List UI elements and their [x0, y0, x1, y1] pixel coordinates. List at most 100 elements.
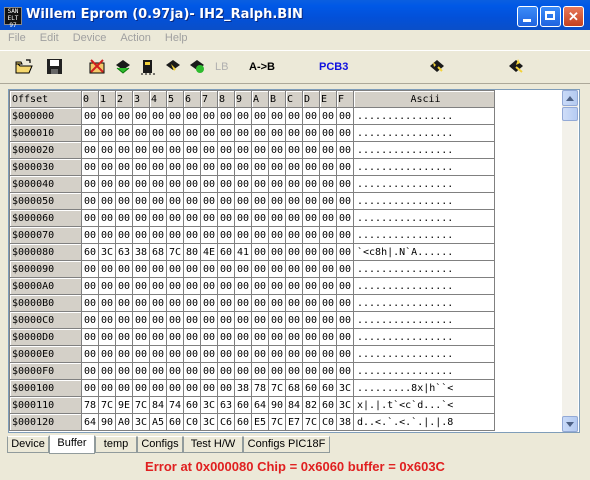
ascii-cell[interactable]: ................ — [353, 328, 495, 346]
table-row[interactable]: $000110 78 7C 9E 7C 84 74 60 3C 63 60 64 90 84 82 60 3C x… — [9, 396, 495, 414]
byte-cell[interactable]: 00 — [319, 107, 337, 125]
byte-cell[interactable]: 00 — [149, 328, 167, 346]
table-row[interactable]: $000010 00 00 00 00 00 00 00 00 00 00 00 00 00 00 00 00.… — [9, 124, 495, 142]
byte-cell[interactable]: 60 — [183, 396, 201, 414]
byte-cell[interactable]: 00 — [336, 209, 354, 227]
byte-cell[interactable]: 00 — [251, 260, 269, 278]
byte-cell[interactable]: 4E — [200, 243, 218, 261]
tab-temp[interactable]: temp — [95, 436, 137, 453]
save-disk-icon[interactable] — [45, 57, 65, 77]
byte-cell[interactable]: 7C — [268, 379, 286, 397]
byte-cell[interactable]: 00 — [149, 362, 167, 380]
byte-cell[interactable]: 00 — [115, 311, 133, 329]
table-row[interactable]: $000070 00 00 00 00 00 00 00 00 00 00 00 00 00 00 00 00.… — [9, 226, 495, 244]
byte-cell[interactable]: 00 — [268, 192, 286, 210]
byte-cell[interactable]: 00 — [251, 141, 269, 159]
ascii-cell[interactable]: ................ — [353, 294, 495, 312]
byte-cell[interactable]: 00 — [200, 260, 218, 278]
tab-device[interactable]: Device — [7, 436, 49, 453]
byte-cell[interactable]: 00 — [217, 345, 235, 363]
ascii-cell[interactable]: ................ — [353, 124, 495, 142]
byte-cell[interactable]: 00 — [132, 328, 150, 346]
byte-cell[interactable]: 00 — [81, 141, 99, 159]
menu-help[interactable]: Help — [157, 30, 194, 44]
byte-cell[interactable]: 00 — [115, 226, 133, 244]
byte-cell[interactable]: 00 — [302, 362, 320, 380]
byte-cell[interactable]: 3C — [98, 243, 116, 261]
byte-cell[interactable]: 00 — [285, 124, 303, 142]
byte-cell[interactable]: 00 — [166, 192, 184, 210]
byte-cell[interactable]: 00 — [336, 277, 354, 295]
byte-cell[interactable]: 00 — [268, 362, 286, 380]
byte-cell[interactable]: 00 — [98, 260, 116, 278]
byte-cell[interactable]: 00 — [132, 294, 150, 312]
byte-cell[interactable]: 00 — [98, 209, 116, 227]
byte-cell[interactable]: 00 — [217, 158, 235, 176]
byte-cell[interactable]: 00 — [268, 345, 286, 363]
byte-cell[interactable]: 3C — [336, 396, 354, 414]
byte-cell[interactable]: 38 — [132, 243, 150, 261]
byte-cell[interactable]: 00 — [285, 226, 303, 244]
byte-cell[interactable]: 00 — [166, 277, 184, 295]
byte-cell[interactable]: 00 — [285, 243, 303, 261]
byte-cell[interactable]: 00 — [115, 124, 133, 142]
byte-cell[interactable]: 00 — [115, 209, 133, 227]
byte-cell[interactable]: 00 — [319, 362, 337, 380]
byte-cell[interactable]: 00 — [115, 260, 133, 278]
byte-cell[interactable]: 00 — [302, 226, 320, 244]
byte-cell[interactable]: 00 — [319, 328, 337, 346]
byte-cell[interactable]: A0 — [115, 413, 133, 431]
tab-test-hw[interactable]: Test H/W — [183, 436, 243, 453]
byte-cell[interactable]: 00 — [336, 158, 354, 176]
byte-cell[interactable]: 00 — [285, 277, 303, 295]
byte-cell[interactable]: 00 — [98, 311, 116, 329]
byte-cell[interactable]: 00 — [200, 226, 218, 244]
byte-cell[interactable]: 60 — [217, 243, 235, 261]
byte-cell[interactable]: 00 — [268, 311, 286, 329]
byte-cell[interactable]: 00 — [149, 277, 167, 295]
byte-cell[interactable]: 00 — [268, 124, 286, 142]
byte-cell[interactable]: 00 — [200, 362, 218, 380]
byte-cell[interactable]: 00 — [166, 362, 184, 380]
byte-cell[interactable]: 00 — [319, 175, 337, 193]
byte-cell[interactable]: 00 — [285, 362, 303, 380]
byte-cell[interactable]: 00 — [336, 294, 354, 312]
byte-cell[interactable]: 41 — [234, 243, 252, 261]
byte-cell[interactable]: 64 — [251, 396, 269, 414]
byte-cell[interactable]: 00 — [200, 141, 218, 159]
byte-cell[interactable]: 90 — [98, 413, 116, 431]
byte-cell[interactable]: 00 — [166, 328, 184, 346]
byte-cell[interactable]: 00 — [81, 345, 99, 363]
tab-configs[interactable]: Configs — [137, 436, 183, 453]
byte-cell[interactable]: 84 — [285, 396, 303, 414]
byte-cell[interactable]: 00 — [200, 209, 218, 227]
byte-cell[interactable]: 00 — [234, 260, 252, 278]
ascii-cell[interactable]: d..<.`.<.`.|.|.8 — [353, 413, 495, 431]
byte-cell[interactable]: 00 — [132, 362, 150, 380]
byte-cell[interactable]: 00 — [319, 158, 337, 176]
maximize-button[interactable] — [540, 6, 561, 27]
byte-cell[interactable]: 00 — [336, 328, 354, 346]
byte-cell[interactable]: 00 — [268, 107, 286, 125]
table-row[interactable]: $0000E0 00 00 00 00 00 00 00 00 00 00 00 00 00 00 00 00.… — [9, 345, 495, 363]
byte-cell[interactable]: 00 — [115, 294, 133, 312]
a-to-b-button[interactable]: A->B — [249, 57, 275, 77]
byte-cell[interactable]: C0 — [319, 413, 337, 431]
byte-cell[interactable]: 00 — [302, 311, 320, 329]
ascii-cell[interactable]: ................ — [353, 345, 495, 363]
byte-cell[interactable]: 00 — [285, 311, 303, 329]
byte-cell[interactable]: 00 — [81, 209, 99, 227]
ascii-cell[interactable]: ................ — [353, 175, 495, 193]
byte-cell[interactable]: 00 — [319, 345, 337, 363]
byte-cell[interactable]: 00 — [166, 158, 184, 176]
byte-cell[interactable]: 00 — [166, 107, 184, 125]
byte-cell[interactable]: 00 — [132, 192, 150, 210]
byte-cell[interactable]: 00 — [217, 294, 235, 312]
byte-cell[interactable]: 00 — [183, 158, 201, 176]
byte-cell[interactable]: 00 — [149, 209, 167, 227]
table-row[interactable]: $0000D0 00 00 00 00 00 00 00 00 00 00 00 00 00 00 00 00.… — [9, 328, 495, 346]
byte-cell[interactable]: 00 — [115, 345, 133, 363]
byte-cell[interactable]: 00 — [302, 158, 320, 176]
byte-cell[interactable]: 00 — [234, 277, 252, 295]
byte-cell[interactable]: 00 — [251, 107, 269, 125]
